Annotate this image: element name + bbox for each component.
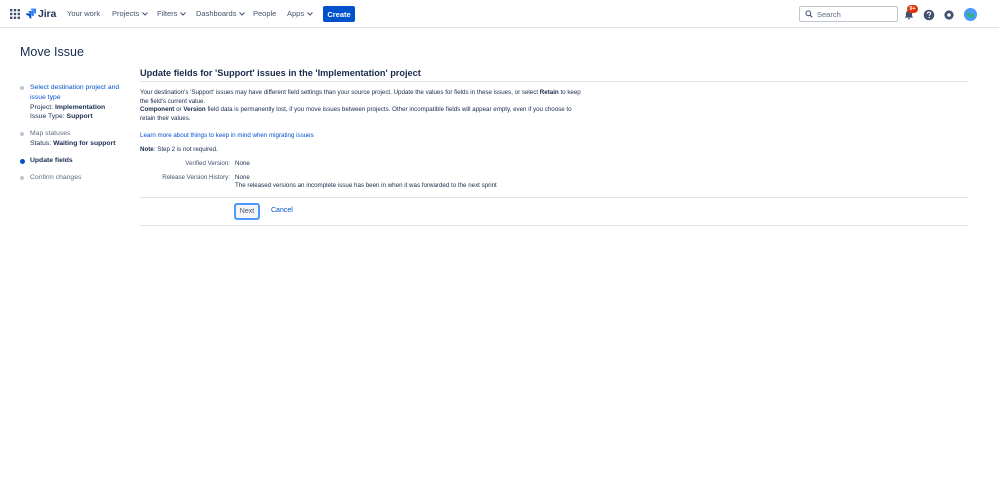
note: Note: Step 2 is not required. bbox=[140, 146, 968, 154]
desc-text: Your destination's 'Support' issues may … bbox=[140, 89, 539, 96]
step-dot-active bbox=[20, 158, 25, 164]
create-button[interactable]: Create bbox=[323, 6, 355, 22]
nav-label: Projects bbox=[112, 9, 140, 18]
nav-people[interactable]: People bbox=[253, 9, 276, 19]
update-fields-panel: Update fields for 'Support' issues in th… bbox=[140, 68, 968, 227]
step-dot bbox=[20, 86, 24, 90]
field-value: None bbox=[235, 160, 250, 168]
step-dot bbox=[20, 132, 24, 136]
top-navigation: Jira Your work Projects Filters Dashboar… bbox=[0, 0, 999, 28]
app-switcher-icon[interactable] bbox=[9, 8, 21, 20]
search-box[interactable] bbox=[799, 6, 898, 22]
desc-component: Component bbox=[140, 106, 175, 114]
gear-icon[interactable] bbox=[943, 8, 955, 21]
button-bar: Next Cancel bbox=[140, 197, 968, 227]
nav-label: People bbox=[253, 9, 277, 18]
field-value: None bbox=[235, 174, 250, 182]
step-map-statuses-label: Map statuses bbox=[30, 130, 71, 137]
field-release-version-history: Release Version History: None The releas… bbox=[140, 174, 968, 192]
field-label: Release Version History: bbox=[162, 174, 230, 182]
help-icon[interactable] bbox=[923, 8, 935, 21]
search-input[interactable] bbox=[817, 9, 895, 19]
nav-label: Apps bbox=[287, 9, 305, 18]
chevron-down-icon bbox=[239, 12, 246, 16]
desc-retain: Retain bbox=[539, 89, 559, 96]
cancel-link[interactable]: Cancel bbox=[271, 207, 293, 214]
desc-version: Version bbox=[183, 106, 206, 114]
status-prefix: Status: bbox=[30, 139, 52, 147]
page-title: Move Issue bbox=[20, 45, 84, 59]
chevron-down-icon bbox=[180, 12, 187, 16]
avatar[interactable] bbox=[964, 8, 977, 21]
field-verified-version: Verified Version: None bbox=[140, 160, 968, 169]
jira-logo[interactable]: Jira bbox=[26, 7, 56, 21]
step-issuetype-line: Issue Type: Support bbox=[30, 112, 128, 122]
step-confirm-changes: Confirm changes bbox=[20, 173, 81, 183]
logo-text: Jira bbox=[38, 8, 57, 20]
user-avatar-icon bbox=[964, 8, 977, 21]
notification-badge: 9+ bbox=[907, 5, 918, 13]
nav-your-work[interactable]: Your work bbox=[67, 9, 100, 19]
nav-label: Dashboards bbox=[196, 9, 237, 18]
status-value: Waiting for support bbox=[53, 139, 116, 147]
field-description: The released versions an incomplete issu… bbox=[235, 182, 497, 190]
nav-dashboards[interactable]: Dashboards bbox=[196, 9, 246, 19]
learn-more-link[interactable]: Learn more about things to keep in mind … bbox=[140, 132, 968, 140]
nav-label: Filters bbox=[157, 9, 178, 18]
nav-apps[interactable]: Apps bbox=[287, 9, 313, 19]
chevron-down-icon bbox=[307, 12, 313, 16]
step-update-fields: Update fields bbox=[20, 156, 73, 166]
next-button[interactable]: Next bbox=[234, 203, 260, 221]
note-label: Note bbox=[140, 146, 154, 154]
issuetype-prefix: Issue Type: bbox=[30, 113, 65, 121]
nav-filters[interactable]: Filters bbox=[157, 9, 187, 19]
desc-text: or bbox=[176, 106, 182, 114]
project-value: Implementation bbox=[54, 103, 106, 111]
chevron-down-icon bbox=[142, 12, 148, 16]
step-status-line: Status: Waiting for support bbox=[30, 139, 115, 149]
nav-projects[interactable]: Projects bbox=[112, 9, 148, 19]
search-icon bbox=[805, 10, 813, 18]
step-update-fields-label: Update fields bbox=[30, 157, 73, 164]
step-select-destination: Select destination project and issue typ… bbox=[20, 83, 128, 122]
field-label: Verified Version: bbox=[185, 160, 230, 168]
description: Your destination's 'Support' issues may … bbox=[140, 89, 586, 123]
note-text: : Step 2 is not required. bbox=[153, 146, 218, 154]
step-dot bbox=[20, 176, 24, 180]
step-project-line: Project: Implementation bbox=[30, 103, 128, 113]
nav-label: Your work bbox=[67, 9, 101, 18]
jira-logo-icon bbox=[26, 8, 36, 19]
section-title: Update fields for 'Support' issues in th… bbox=[140, 68, 968, 82]
step-map-statuses: Map statuses Status: Waiting for support bbox=[20, 129, 115, 149]
issuetype-value: Support bbox=[66, 113, 93, 121]
step-confirm-changes-label: Confirm changes bbox=[30, 174, 82, 181]
project-prefix: Project: bbox=[30, 103, 54, 111]
step-select-destination-link[interactable]: Select destination project and issue typ… bbox=[30, 83, 128, 103]
